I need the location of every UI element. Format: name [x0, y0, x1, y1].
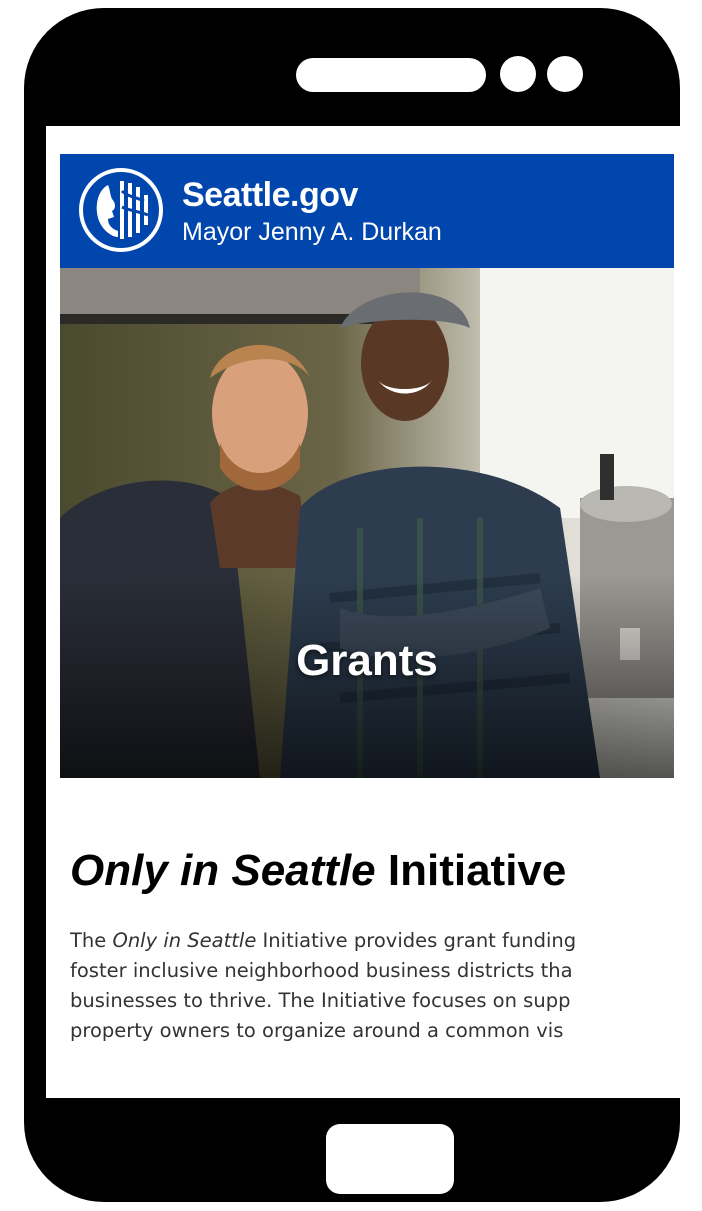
site-header: Seattle.gov Mayor Jenny A. Durkan — [60, 154, 674, 268]
body-line: The Only in Seattle Initiative provides … — [70, 926, 686, 956]
hero-photo — [60, 268, 674, 778]
home-button[interactable] — [326, 1124, 454, 1194]
seattle-seal-logo[interactable] — [78, 167, 164, 253]
heading-italic: Only in Seattle — [70, 846, 376, 895]
site-subtitle: Mayor Jenny A. Durkan — [182, 218, 442, 246]
front-camera-icon — [500, 56, 536, 92]
body-line: foster inclusive neighborhood business d… — [70, 959, 573, 982]
page-heading: Only in Seattle Initiative — [70, 846, 566, 896]
phone-screen: Seattle.gov Mayor Jenny A. Durkan Grants… — [46, 126, 686, 1098]
site-name[interactable]: Seattle.gov — [182, 176, 358, 215]
article-body: The Only in Seattle Initiative provides … — [70, 926, 686, 1046]
hero-banner[interactable]: Grants — [60, 268, 674, 778]
speaker-grille — [296, 58, 486, 92]
body-line: businesses to thrive. The Initiative foc… — [70, 989, 571, 1012]
body-line: property owners to organize around a com… — [70, 1019, 564, 1042]
hero-label: Grants — [296, 636, 438, 685]
body-text-fragment: The — [70, 929, 113, 952]
sensor-icon — [547, 56, 583, 92]
heading-rest: Initiative — [375, 846, 567, 895]
body-text-italic: Only in Seattle — [112, 929, 257, 952]
body-text-fragment: Initiative provides grant funding — [256, 929, 577, 952]
